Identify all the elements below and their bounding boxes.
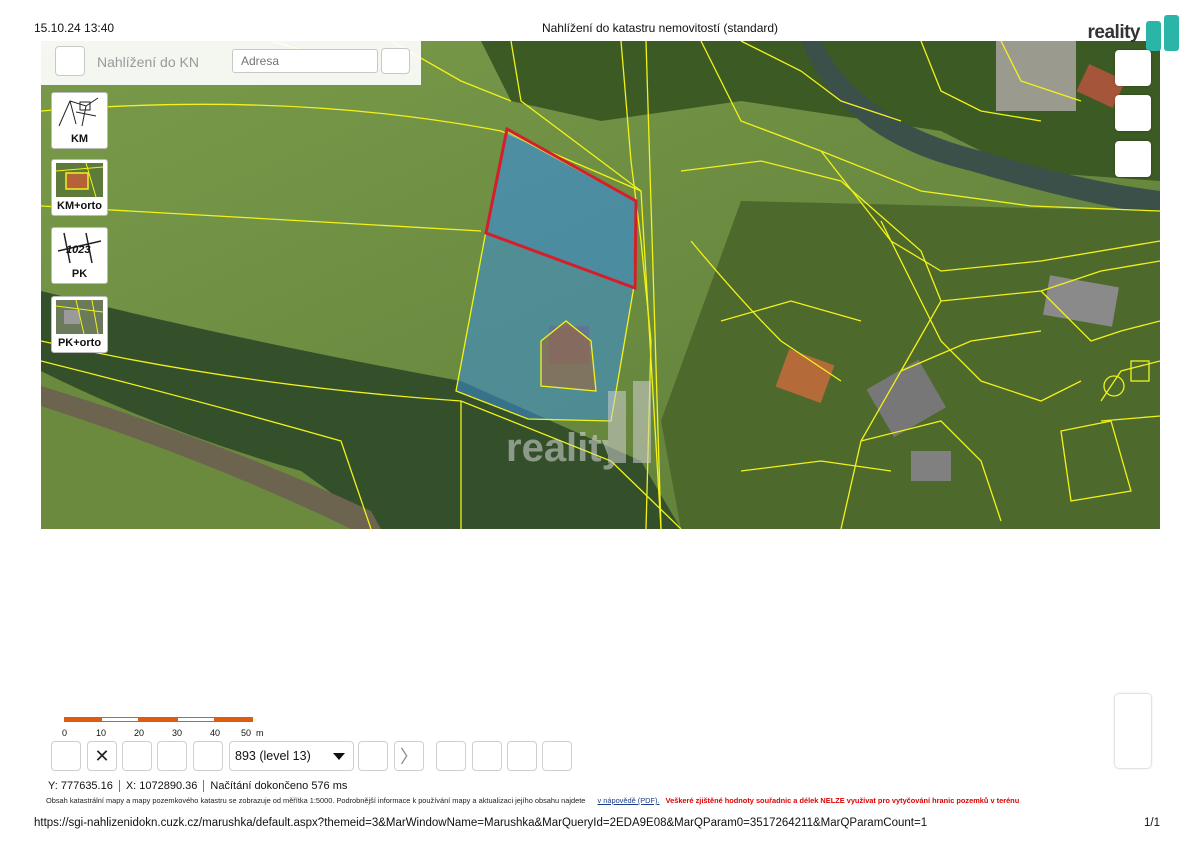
map-side-panel-button[interactable]: [1115, 694, 1151, 768]
address-search-button[interactable]: [381, 48, 410, 74]
scale-label: 50: [241, 728, 252, 738]
address-search-input[interactable]: [232, 49, 378, 73]
close-icon: ✕: [94, 745, 110, 766]
scale-segment: [101, 717, 139, 722]
layer-label: PK: [71, 268, 88, 280]
scale-label: 40: [210, 728, 221, 738]
status-bar: Y: 777635.16 X: 1072890.36 Načítání doko…: [48, 780, 359, 792]
zoom-level-select[interactable]: 893 (level 13): [229, 741, 354, 771]
svg-text:1023: 1023: [66, 244, 90, 256]
scale-segment: [64, 717, 101, 722]
toolbar-button[interactable]: [472, 741, 502, 771]
layer-label: PK+orto: [57, 337, 102, 349]
map-canvas[interactable]: reality: [41, 41, 1160, 529]
scale-label: 0: [62, 728, 68, 738]
menu-button[interactable]: [55, 46, 85, 76]
toolbar-button[interactable]: [193, 741, 223, 771]
toolbar-button[interactable]: [542, 741, 572, 771]
watermark-bar: [633, 381, 651, 463]
info-text: Obsah katastrální mapy a mapy pozemkovéh…: [46, 796, 586, 805]
layer-button-km-orto[interactable]: KM+orto: [51, 159, 108, 216]
app-title: Nahlížení do KN: [97, 54, 199, 70]
scale-unit: m: [256, 728, 264, 738]
layer-button-pk-orto[interactable]: PK+orto: [51, 296, 108, 353]
building: [911, 451, 951, 481]
coordinate-y: Y: 777635.16: [48, 780, 120, 792]
parking-area: [996, 41, 1076, 111]
chevron-down-icon: [333, 753, 345, 760]
map-side-button[interactable]: [1115, 141, 1151, 177]
scale-segment: [215, 717, 253, 722]
scale-segment: [139, 717, 177, 722]
print-url: https://sgi-nahlizenidokn.cuzk.cz/marush…: [34, 817, 928, 829]
brand-text: reality: [1087, 22, 1141, 43]
coordinate-x: X: 1072890.36: [126, 780, 205, 792]
scale-segment: [177, 717, 215, 722]
scale-label: 30: [172, 728, 183, 738]
scale-label: 20: [134, 728, 145, 738]
print-page-number: 1/1: [1144, 817, 1160, 829]
brand-mark-icon: [1142, 15, 1182, 51]
layer-button-km[interactable]: KM: [51, 92, 108, 149]
map-side-button[interactable]: [1115, 50, 1151, 86]
watermark-bar: [608, 391, 626, 463]
reality-logo: reality: [1088, 14, 1182, 52]
toolbar-button[interactable]: [51, 741, 81, 771]
map-side-button[interactable]: [1115, 95, 1151, 131]
next-button[interactable]: 〉: [394, 741, 424, 771]
chevron-right-icon: 〉: [400, 747, 418, 767]
watermark-text: reality: [506, 426, 625, 470]
toolbar-button[interactable]: [507, 741, 537, 771]
land-registry-icon: 1023: [56, 231, 103, 265]
toolbar-button[interactable]: [157, 741, 187, 771]
toolbar-button[interactable]: [122, 741, 152, 771]
zoom-level-value: 893 (level 13): [235, 749, 311, 763]
help-pdf-link[interactable]: v nápovědě (PDF).: [597, 796, 659, 805]
print-page-title: Nahlížení do katastru nemovitostí (stand…: [541, 21, 779, 35]
close-button[interactable]: ✕: [87, 741, 117, 771]
toolbar-button[interactable]: [436, 741, 466, 771]
cadastral-map[interactable]: reality: [41, 41, 1160, 529]
coordinates-warning: Veškeré zjištěné hodnoty souřadnic a dél…: [665, 796, 1020, 805]
layer-label: KM: [70, 133, 89, 145]
toolbar-button[interactable]: [358, 741, 388, 771]
loading-status: Načítání dokončeno 576 ms: [210, 780, 348, 792]
layer-button-pk[interactable]: 1023 PK: [51, 227, 108, 284]
layer-label: KM+orto: [57, 200, 102, 212]
map-info-notice: Obsah katastrální mapy a mapy pozemkovéh…: [46, 796, 1019, 805]
cadastral-map-icon: [56, 96, 103, 130]
cadastral-orto-icon: [56, 163, 103, 197]
land-registry-orto-icon: [56, 300, 103, 334]
scale-label: 10: [96, 728, 107, 738]
